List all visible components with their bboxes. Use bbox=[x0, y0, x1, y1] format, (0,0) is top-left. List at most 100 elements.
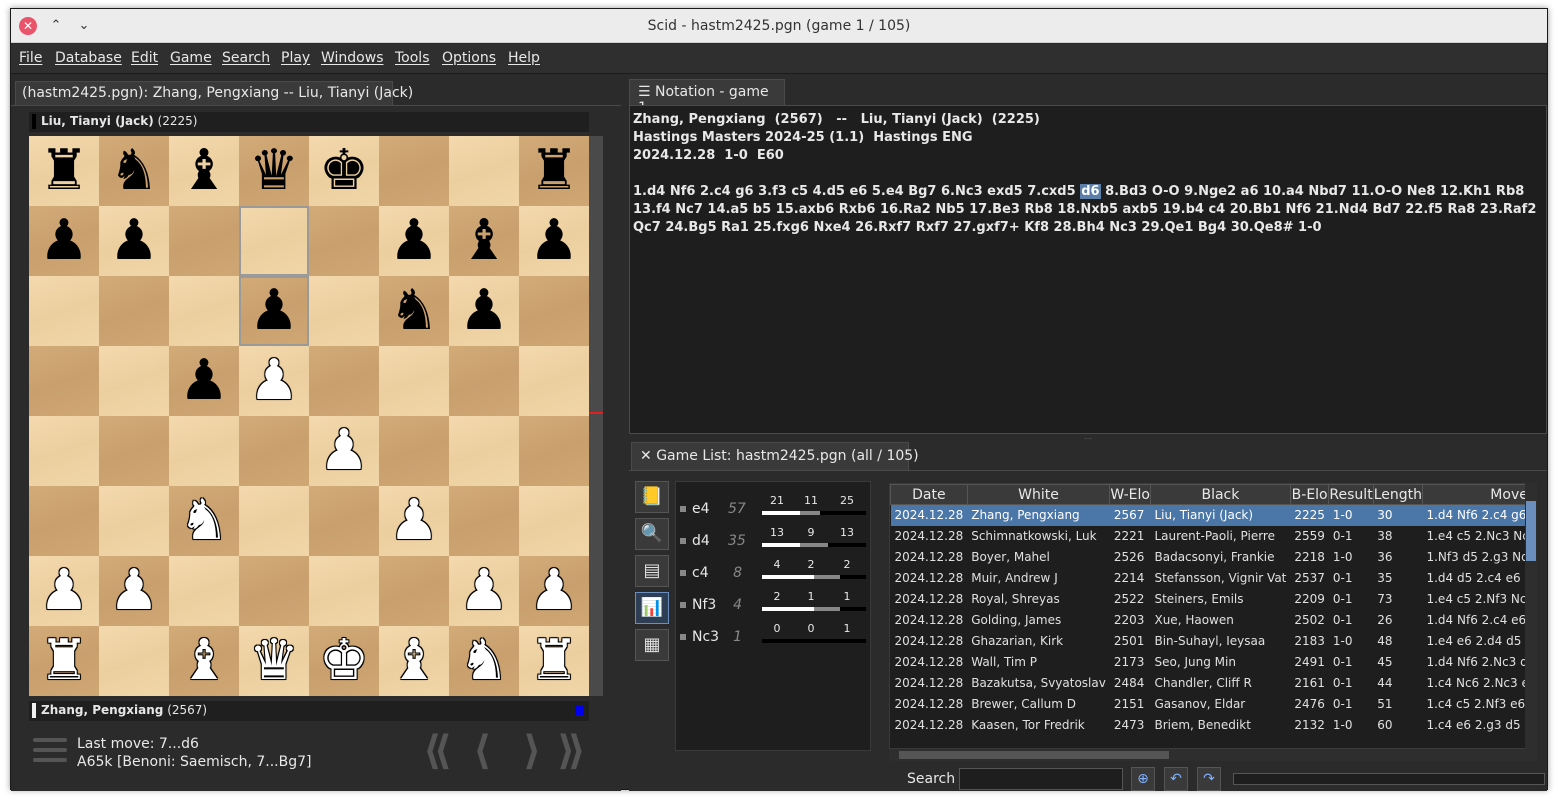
square-d8[interactable]: ♛ bbox=[239, 136, 309, 206]
black-bishop-icon[interactable]: ♝ bbox=[169, 136, 239, 206]
search-icon[interactable]: ⊕ bbox=[1131, 767, 1155, 791]
black-knight-icon[interactable]: ♞ bbox=[99, 136, 169, 206]
moves-before[interactable]: 1.d4 Nf6 2.c4 g6 3.f3 c5 4.d5 e6 5.e4 Bg… bbox=[633, 184, 1080, 199]
black-pawn-icon[interactable]: ♟ bbox=[29, 206, 99, 276]
square-f5[interactable] bbox=[379, 346, 449, 416]
black-rook-icon[interactable]: ♜ bbox=[29, 136, 99, 206]
tree-move[interactable]: Nc3 bbox=[692, 629, 719, 645]
square-f3[interactable]: ♟ bbox=[379, 486, 449, 556]
square-h5[interactable] bbox=[519, 346, 589, 416]
menu-options[interactable]: Options bbox=[442, 50, 496, 66]
square-g5[interactable] bbox=[449, 346, 519, 416]
menu-database[interactable]: Database bbox=[55, 50, 122, 66]
menu-edit[interactable]: Edit bbox=[131, 50, 158, 66]
square-g6[interactable]: ♟ bbox=[449, 276, 519, 346]
square-b5[interactable] bbox=[99, 346, 169, 416]
notation-pane[interactable]: Zhang, Pengxiang (2567) -- Liu, Tianyi (… bbox=[629, 105, 1547, 434]
scroll-thumb[interactable] bbox=[899, 751, 1169, 759]
square-c4[interactable] bbox=[169, 416, 239, 486]
current-move[interactable]: d6 bbox=[1080, 184, 1101, 199]
square-d2[interactable] bbox=[239, 556, 309, 626]
white-pawn-icon[interactable]: ♟ bbox=[29, 556, 99, 626]
menu-help[interactable]: Help bbox=[508, 50, 540, 66]
col-length[interactable]: Length bbox=[1372, 484, 1423, 505]
table-row[interactable]: 2024.12.28 Brewer, Callum D 2151 Gasanov, E… bbox=[891, 694, 1537, 715]
square-c8[interactable]: ♝ bbox=[169, 136, 239, 206]
black-king-icon[interactable]: ♚ bbox=[309, 136, 379, 206]
col-date[interactable]: Date bbox=[890, 484, 968, 505]
col-move[interactable]: Move bbox=[1421, 484, 1536, 505]
white-pawn-icon[interactable]: ♟ bbox=[99, 556, 169, 626]
square-f4[interactable] bbox=[379, 416, 449, 486]
white-bishop-icon[interactable]: ♝ bbox=[169, 626, 239, 696]
black-knight-icon[interactable]: ♞ bbox=[379, 276, 449, 346]
layout-icon[interactable]: ▤ bbox=[635, 555, 669, 587]
col-white[interactable]: White bbox=[966, 484, 1111, 505]
col-result[interactable]: Result bbox=[1328, 484, 1374, 505]
square-d6[interactable]: ♟ bbox=[239, 276, 309, 346]
square-a5[interactable] bbox=[29, 346, 99, 416]
table-row[interactable]: 2024.12.28 Muir, Andrew J 2214 Stefansson, … bbox=[891, 568, 1537, 589]
square-e5[interactable] bbox=[309, 346, 379, 416]
white-pawn-icon[interactable]: ♟ bbox=[519, 556, 589, 626]
table-row[interactable]: 2024.12.28 Golding, James 2203 Xue, Haowen 2… bbox=[891, 610, 1537, 631]
board-icon[interactable]: ▦ bbox=[635, 629, 669, 661]
square-c6[interactable] bbox=[169, 276, 239, 346]
chess-board[interactable]: ♜ ♞ ♝ ♛ ♚ ♜ ♟ ♟ ♟ ♝ ♟ ♟ ♞ ♟ ♟ ♟ ♟ ♞ ♟ ♟ ♟ ♟ ♟ ♜ ♝ ♛ ♚ ♝ ♞ ♜ bbox=[29, 136, 589, 696]
square-d7[interactable] bbox=[239, 206, 309, 276]
col-belo[interactable]: B-Elo bbox=[1289, 484, 1330, 505]
square-f1[interactable]: ♝ bbox=[379, 626, 449, 696]
notation-tab[interactable]: ☰ Notation - game 1 bbox=[629, 79, 785, 116]
chart-icon[interactable]: 📊 bbox=[635, 592, 669, 624]
square-g8[interactable] bbox=[449, 136, 519, 206]
square-a2[interactable]: ♟ bbox=[29, 556, 99, 626]
col-welo[interactable]: W-Elo bbox=[1109, 484, 1151, 505]
white-pawn-icon[interactable]: ♟ bbox=[309, 416, 379, 486]
square-h1[interactable]: ♜ bbox=[519, 626, 589, 696]
square-c1[interactable]: ♝ bbox=[169, 626, 239, 696]
nav-prev-button[interactable]: ⟨ bbox=[473, 728, 491, 774]
vertical-scrollbar[interactable] bbox=[1525, 483, 1537, 749]
table-row[interactable]: 2024.12.28 Ghazarian, Kirk 2501 Bin-Suhayl,… bbox=[891, 631, 1537, 652]
scroll-thumb[interactable] bbox=[1526, 501, 1536, 561]
nav-next-button[interactable]: ⟩ bbox=[523, 728, 541, 774]
square-b6[interactable] bbox=[99, 276, 169, 346]
tree-row[interactable]: e4 57 21 11 25 bbox=[676, 492, 872, 522]
table-row[interactable]: 2024.12.28 Bazakutsa, Svyatoslav 2484 Chand… bbox=[891, 673, 1537, 694]
square-d1[interactable]: ♛ bbox=[239, 626, 309, 696]
tree-row[interactable]: d4 35 13 9 13 bbox=[676, 524, 872, 554]
tree-move[interactable]: e4 bbox=[692, 501, 710, 517]
square-h3[interactable] bbox=[519, 486, 589, 556]
square-g4[interactable] bbox=[449, 416, 519, 486]
menu-search[interactable]: Search bbox=[222, 50, 270, 66]
square-a4[interactable] bbox=[29, 416, 99, 486]
square-e3[interactable] bbox=[309, 486, 379, 556]
square-e1[interactable]: ♚ bbox=[309, 626, 379, 696]
square-e4[interactable]: ♟ bbox=[309, 416, 379, 486]
black-bishop-icon[interactable]: ♝ bbox=[449, 206, 519, 276]
square-h4[interactable] bbox=[519, 416, 589, 486]
white-pawn-icon[interactable]: ♟ bbox=[449, 556, 519, 626]
square-e2[interactable] bbox=[309, 556, 379, 626]
square-d5[interactable]: ♟ bbox=[239, 346, 309, 416]
square-b8[interactable]: ♞ bbox=[99, 136, 169, 206]
table-row[interactable]: 2024.12.28 Wall, Tim P 2173 Seo, Jung Min 24… bbox=[891, 652, 1537, 673]
black-queen-icon[interactable]: ♛ bbox=[239, 136, 309, 206]
square-c2[interactable] bbox=[169, 556, 239, 626]
close-icon[interactable]: ✕ bbox=[640, 448, 652, 464]
undo-icon[interactable]: ↶ bbox=[1164, 767, 1188, 791]
square-e8[interactable]: ♚ bbox=[309, 136, 379, 206]
square-h8[interactable]: ♜ bbox=[519, 136, 589, 206]
square-b2[interactable]: ♟ bbox=[99, 556, 169, 626]
square-e6[interactable] bbox=[309, 276, 379, 346]
white-rook-icon[interactable]: ♜ bbox=[29, 626, 99, 696]
square-b4[interactable] bbox=[99, 416, 169, 486]
book-icon[interactable]: 📒 bbox=[635, 481, 669, 513]
square-a6[interactable] bbox=[29, 276, 99, 346]
black-pawn-icon[interactable]: ♟ bbox=[169, 346, 239, 416]
square-g2[interactable]: ♟ bbox=[449, 556, 519, 626]
square-b7[interactable]: ♟ bbox=[99, 206, 169, 276]
black-pawn-icon[interactable]: ♟ bbox=[449, 276, 519, 346]
square-a3[interactable] bbox=[29, 486, 99, 556]
square-h2[interactable]: ♟ bbox=[519, 556, 589, 626]
